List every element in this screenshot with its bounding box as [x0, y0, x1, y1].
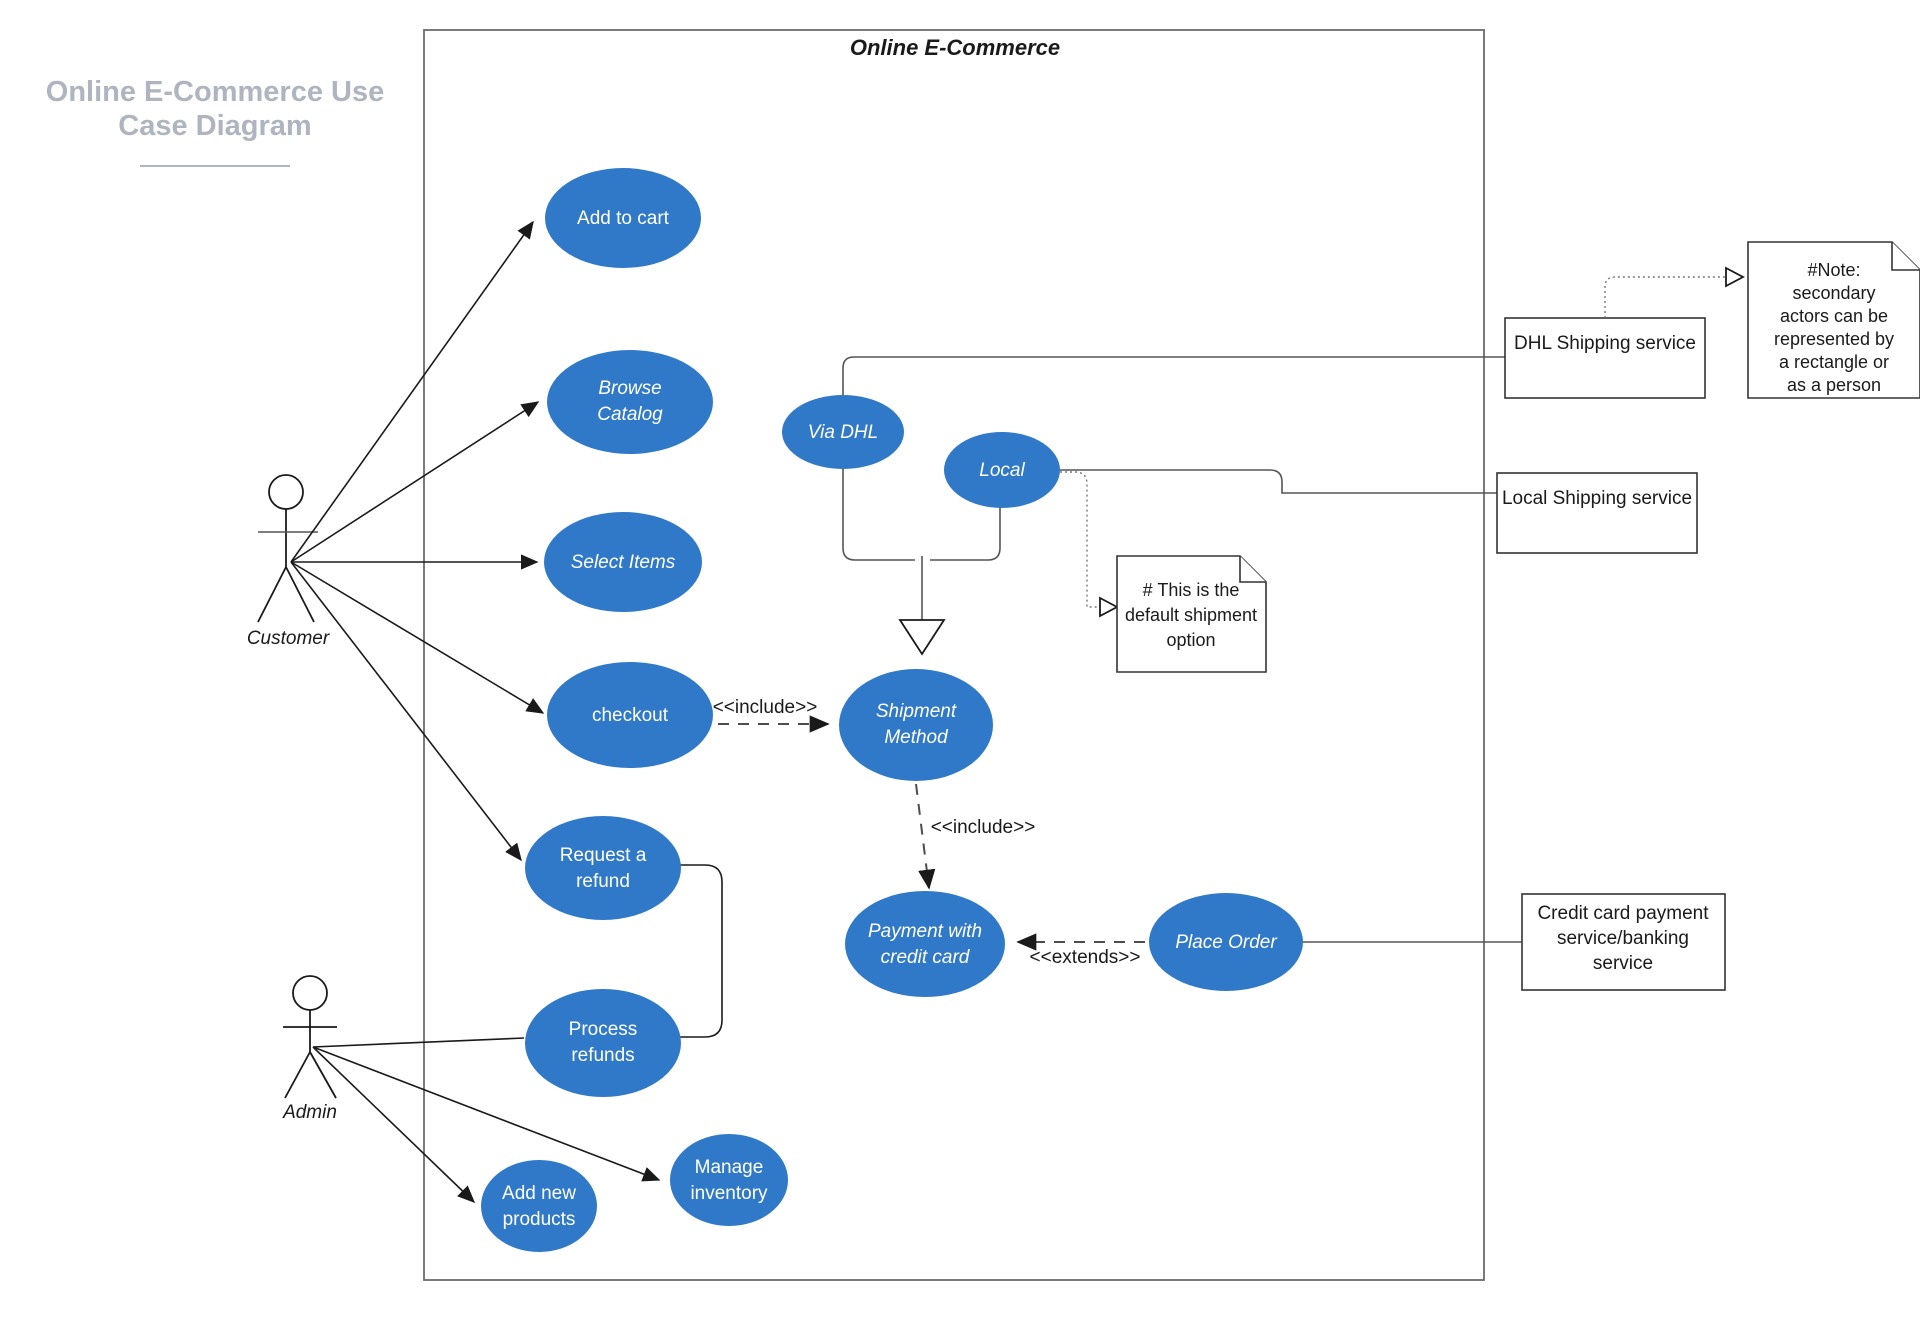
generalization-hollow-triangle-icon [898, 619, 946, 656]
page-title-line1: Online E-Commerce Use [46, 76, 384, 108]
use-case-request-a-refund-label-line1: Request a [560, 845, 647, 866]
use-case-add-new-products-shape [481, 1160, 597, 1252]
use-case-place-order[interactable]: Place Order [1149, 893, 1303, 991]
relationship-include-shipment-payment[interactable]: <<include>> [915, 783, 1036, 890]
include-label-checkout-shipment: <<include>> [713, 697, 818, 718]
use-case-checkout-label: checkout [592, 705, 669, 726]
system-boundary-title: Online E-Commerce [850, 35, 1060, 60]
secondary-actors-note-line1: #Note: [1807, 260, 1860, 280]
use-case-select-items-label: Select Items [571, 552, 676, 573]
credit-card-service-label-line2: service/banking [1557, 928, 1689, 949]
use-case-manage-inventory-label-line2: inventory [690, 1183, 768, 1204]
default-shipment-note-line1: # This is the [1143, 580, 1240, 600]
use-case-add-to-cart-label: Add to cart [577, 208, 670, 229]
extends-label-placeorder-payment: <<extends>> [1030, 947, 1141, 968]
relationship-extends-placeorder-payment[interactable]: <<extends>> [1016, 933, 1145, 968]
use-case-process-refunds-shape [525, 989, 681, 1097]
default-shipment-note-line3: option [1166, 630, 1215, 650]
local-shipping-service-box [1496, 472, 1698, 554]
use-case-shipment-method-label-line2: Method [884, 727, 949, 748]
use-case-via-dhl[interactable]: Via DHL [782, 395, 904, 469]
note-default-shipment[interactable]: # This is the default shipment option [1116, 555, 1267, 673]
external-system-dhl-shipping-service[interactable]: DHL Shipping service [1504, 317, 1706, 399]
use-case-shipment-method[interactable]: Shipment Method [839, 669, 993, 781]
admin-leg-left-icon [284, 1051, 311, 1099]
use-case-shipment-method-shape [839, 669, 993, 781]
default-shipment-note-fold-icon [1239, 556, 1266, 583]
external-system-local-shipping-service[interactable]: Local Shipping service [1496, 472, 1698, 554]
use-case-local[interactable]: Local [944, 432, 1060, 508]
secondary-actors-note-line5: a rectangle or [1779, 352, 1889, 372]
use-case-request-a-refund-label-line2: refund [576, 871, 630, 892]
external-system-credit-card-payment-service[interactable]: Credit card payment service/banking serv… [1521, 893, 1726, 991]
use-case-manage-inventory-label-line1: Manage [695, 1157, 764, 1178]
secondary-actors-note-line3: actors can be [1780, 306, 1888, 326]
assoc-customer-add-to-cart[interactable] [290, 220, 534, 563]
use-case-shipment-method-label-line1: Shipment [876, 701, 957, 722]
use-case-payment-label-line2: credit card [881, 947, 971, 968]
use-case-add-new-products-label-line2: products [503, 1209, 576, 1230]
use-case-browse-catalog[interactable]: Browse Catalog [547, 350, 713, 454]
page-title-line2: Case Diagram [118, 110, 311, 142]
note-link-default-shipment-arrow-icon [1099, 596, 1119, 618]
actor-customer-label: Customer [247, 628, 330, 649]
dhl-shipping-service-label: DHL Shipping service [1514, 333, 1696, 354]
use-case-payment-with-credit-card-shape [845, 891, 1005, 997]
credit-card-service-label-line3: service [1593, 953, 1653, 974]
dhl-shipping-service-box [1504, 317, 1706, 399]
secondary-actors-note-line4: represented by [1774, 329, 1894, 349]
local-shipping-service-label: Local Shipping service [1502, 488, 1692, 509]
use-case-payment-with-credit-card[interactable]: Payment with credit card [845, 891, 1005, 997]
use-case-process-refunds-label-line2: refunds [571, 1045, 634, 1066]
use-case-browse-catalog-shape [547, 350, 713, 454]
assoc-customer-request-refund[interactable] [290, 561, 522, 862]
use-case-checkout[interactable]: checkout [547, 662, 713, 768]
secondary-actors-note-line6: as a person [1787, 375, 1881, 395]
use-case-local-label: Local [979, 460, 1025, 481]
use-case-request-a-refund[interactable]: Request a refund [525, 816, 681, 920]
use-case-browse-catalog-label-line2: Catalog [597, 404, 663, 425]
use-case-diagram: Online E-Commerce Use Case Diagram Onlin… [0, 0, 1920, 1328]
actor-admin-label: Admin [282, 1102, 337, 1123]
relationship-include-checkout-shipment[interactable]: <<include>> [713, 697, 830, 733]
use-case-process-refunds[interactable]: Process refunds [525, 989, 681, 1097]
use-case-add-to-cart[interactable]: Add to cart [545, 168, 701, 268]
note-secondary-actors[interactable]: #Note: secondary actors can be represent… [1747, 241, 1920, 399]
customer-leg-left-icon [257, 566, 287, 623]
assoc-admin-process-refunds[interactable] [312, 1037, 525, 1048]
note-link-secondary-actors-arrow-icon [1725, 266, 1745, 288]
include-arrow-shipment-payment [915, 783, 936, 890]
use-case-add-new-products[interactable]: Add new products [481, 1160, 597, 1252]
include-label-shipment-payment: <<include>> [931, 817, 1036, 838]
link-via-dhl-generalization[interactable] [842, 468, 915, 561]
assoc-customer-browse-catalog[interactable] [290, 401, 540, 563]
page-title: Online E-Commerce Use Case Diagram [46, 76, 384, 167]
admin-leg-right-icon [309, 1051, 337, 1099]
note-link-secondary-actors [1604, 276, 1740, 318]
use-case-manage-inventory-shape [670, 1134, 788, 1226]
link-via-dhl-dhl-service[interactable] [842, 356, 1505, 395]
use-case-process-refunds-label-line1: Process [569, 1019, 638, 1040]
use-case-via-dhl-label: Via DHL [808, 422, 878, 443]
admin-head-icon [292, 975, 328, 1011]
customer-head-icon [268, 474, 304, 510]
use-case-place-order-label: Place Order [1175, 932, 1277, 953]
customer-associations [290, 220, 545, 862]
customer-leg-right-icon [285, 566, 315, 623]
use-case-manage-inventory[interactable]: Manage inventory [670, 1134, 788, 1226]
default-shipment-note-line2: default shipment [1125, 605, 1257, 625]
use-case-request-a-refund-shape [525, 816, 681, 920]
credit-card-service-label-line1: Credit card payment [1537, 903, 1709, 924]
use-case-add-new-products-label-line1: Add new [502, 1183, 576, 1204]
assoc-admin-add-new-products[interactable] [312, 1046, 476, 1204]
secondary-actors-note-line2: secondary [1792, 283, 1875, 303]
actor-admin[interactable]: Admin [282, 975, 337, 1123]
use-case-select-items[interactable]: Select Items [544, 512, 702, 612]
use-case-payment-label-line1: Payment with [868, 921, 982, 942]
use-case-browse-catalog-label-line1: Browse [598, 378, 661, 399]
